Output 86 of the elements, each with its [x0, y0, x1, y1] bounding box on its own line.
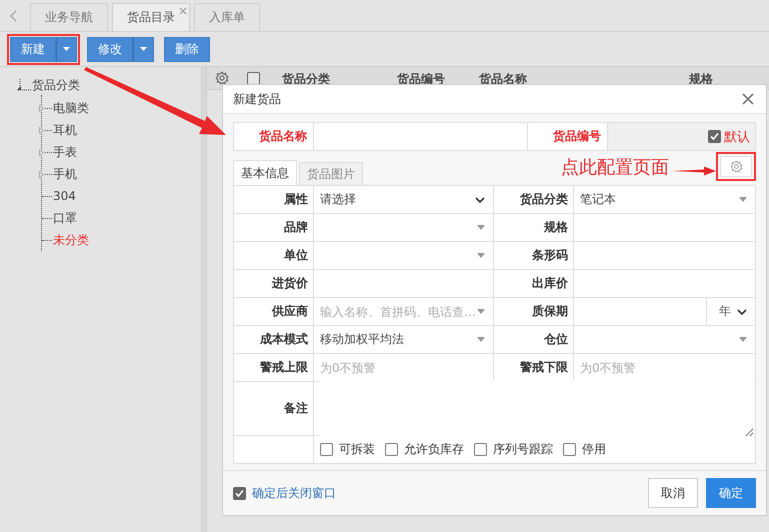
nav-tab[interactable]: 入库单 [194, 3, 260, 31]
field-label: 进货价 [272, 275, 308, 292]
combo-field[interactable]: 输入名称、首拼码、电话查… [320, 304, 477, 318]
field-label: 货品名称 [233, 122, 313, 151]
toolbar-button[interactable]: 修改 [87, 36, 133, 62]
checkbox-label: 序列号跟踪 [493, 441, 553, 458]
checkbox[interactable] [320, 443, 333, 456]
checkbox-label: 停用 [582, 441, 606, 458]
chevron-icon [475, 196, 485, 202]
column-header[interactable]: 规格 [689, 71, 713, 88]
input-field[interactable] [313, 122, 527, 151]
expand-icon[interactable] [39, 149, 44, 156]
back-icon[interactable] [10, 10, 18, 22]
tree-item[interactable]: 手机 [53, 166, 77, 182]
tree-item[interactable]: 货品分类 [32, 76, 80, 94]
tree-root-icon [17, 79, 31, 91]
combo-field[interactable]: 移动加权平均法 [320, 331, 477, 348]
field-label: 仓位 [544, 331, 568, 348]
close-icon[interactable] [179, 7, 187, 15]
checkbox-label: 确定后关闭窗口 [252, 484, 336, 502]
expand-icon[interactable] [39, 127, 44, 134]
checkbox[interactable] [385, 443, 398, 456]
nav-tab[interactable]: 货品目录 [112, 3, 190, 31]
dropdown-button[interactable] [133, 36, 154, 62]
unit-select[interactable]: 年 [706, 298, 737, 325]
checkbox-label: 允许负库存 [404, 441, 464, 458]
field-label: 警戒上限 [260, 359, 308, 376]
confirm-button[interactable]: 确定 [706, 478, 756, 508]
field-label: 单位 [284, 247, 308, 264]
dialog-title: 新建货品 [233, 90, 281, 108]
caret-icon[interactable] [477, 253, 485, 258]
field-label: 备注 [284, 400, 308, 417]
field-label: 规格 [544, 219, 568, 236]
field-label: 属性 [284, 191, 308, 208]
input-field[interactable] [574, 214, 756, 242]
field-label: 品牌 [284, 219, 308, 236]
select-all-checkbox[interactable] [247, 72, 260, 85]
annotation-text: 点此配置页面 [561, 156, 669, 179]
expand-icon[interactable] [39, 171, 44, 178]
caret-icon[interactable] [739, 197, 747, 202]
tree-item[interactable]: 手表 [53, 144, 77, 160]
caret-icon[interactable] [477, 225, 485, 230]
caret-icon[interactable] [739, 337, 747, 342]
expand-icon[interactable] [39, 105, 44, 112]
checkbox[interactable] [474, 443, 487, 456]
input-field[interactable] [574, 242, 756, 270]
tree-item[interactable]: 耳机 [53, 122, 77, 138]
field-label: 货品编号 [527, 122, 607, 151]
toolbar-button[interactable]: 删除 [164, 36, 210, 62]
field-label: 成本模式 [260, 331, 308, 348]
field-label: 货品分类 [520, 191, 568, 208]
field-label: 警戒下限 [520, 359, 568, 376]
select-field[interactable]: 请选择 [320, 191, 475, 208]
caret-icon[interactable] [477, 309, 485, 314]
nav-tab[interactable]: 业务导航 [30, 3, 108, 31]
checkbox[interactable] [233, 486, 246, 500]
input-field[interactable] [314, 270, 494, 298]
field-label: 供应商 [272, 303, 308, 320]
combo-field[interactable] [574, 326, 756, 354]
checkbox-label: 可拆装 [339, 441, 375, 458]
caret-icon[interactable] [140, 47, 147, 51]
settings-button[interactable] [720, 156, 752, 177]
combo-field[interactable] [314, 214, 494, 242]
field-label: 条形码 [532, 247, 568, 264]
input-field[interactable] [574, 270, 756, 298]
toolbar-button[interactable]: 新建 [10, 36, 56, 62]
caret-icon[interactable] [477, 337, 485, 342]
chevron-icon [737, 308, 747, 314]
input-field[interactable]: 为0不预警 [320, 360, 493, 374]
settings-icon[interactable] [215, 71, 229, 85]
caret-icon[interactable] [63, 47, 70, 51]
checkbox[interactable] [563, 443, 576, 456]
dropdown-button[interactable] [56, 36, 77, 62]
tree-item[interactable]: 电脑类 [53, 100, 89, 116]
tree-item[interactable]: 口罩 [53, 210, 77, 226]
tree-item[interactable]: 304 [53, 189, 76, 203]
field-label: 出库价 [532, 275, 568, 292]
cancel-button[interactable]: 取消 [648, 478, 698, 508]
close-icon[interactable] [742, 93, 754, 105]
input-field[interactable]: 年 [574, 298, 756, 326]
combo-field[interactable]: 笔记本 [580, 191, 739, 208]
combo-field[interactable] [314, 242, 494, 270]
field-label: 质保期 [532, 303, 568, 320]
settings-icon[interactable] [730, 160, 742, 173]
form-tab[interactable]: 基本信息 [233, 160, 297, 185]
input-field[interactable]: 为0不预警 [580, 360, 755, 374]
